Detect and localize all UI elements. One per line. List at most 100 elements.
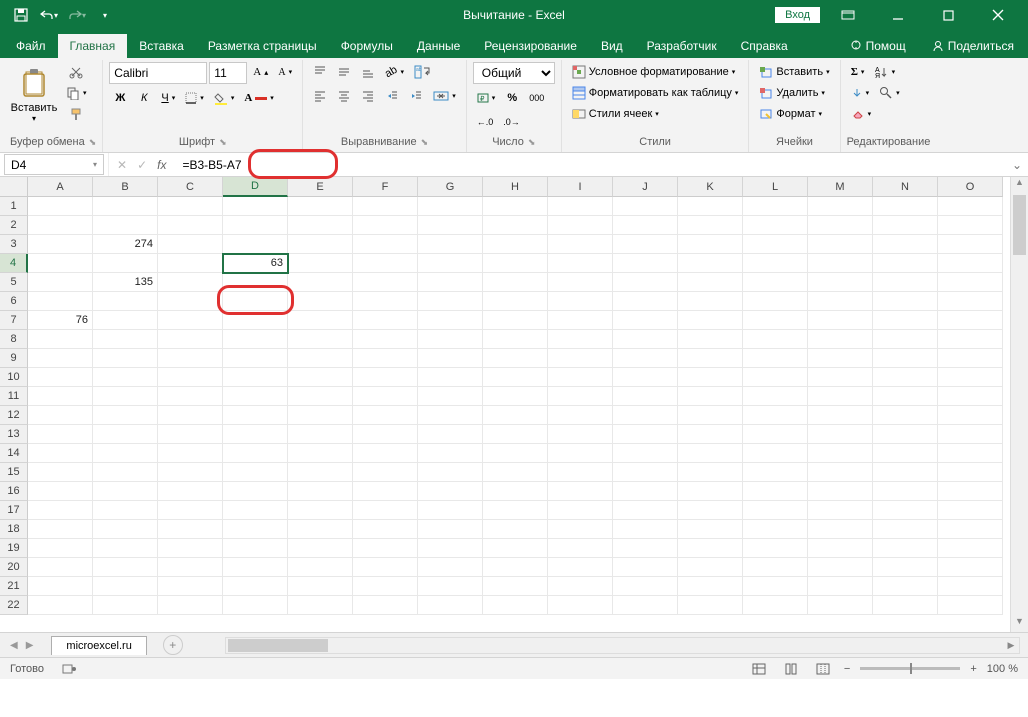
cell[interactable] bbox=[158, 444, 223, 463]
tab-вид[interactable]: Вид bbox=[589, 34, 635, 58]
cell[interactable] bbox=[353, 425, 418, 444]
cell[interactable] bbox=[873, 292, 938, 311]
tab-данные[interactable]: Данные bbox=[405, 34, 472, 58]
cell[interactable] bbox=[938, 444, 1003, 463]
cell[interactable] bbox=[93, 387, 158, 406]
cell[interactable] bbox=[93, 558, 158, 577]
cell[interactable] bbox=[223, 197, 288, 216]
cell[interactable] bbox=[288, 444, 353, 463]
cell[interactable] bbox=[678, 292, 743, 311]
row-header[interactable]: 15 bbox=[0, 463, 28, 482]
cell[interactable] bbox=[223, 330, 288, 349]
tab-рецензирование[interactable]: Рецензирование bbox=[472, 34, 589, 58]
select-all-corner[interactable] bbox=[0, 177, 28, 197]
cell[interactable] bbox=[353, 520, 418, 539]
tab-разметка страницы[interactable]: Разметка страницы bbox=[196, 34, 329, 58]
cell[interactable] bbox=[353, 235, 418, 254]
align-center-icon[interactable] bbox=[333, 86, 355, 106]
cell[interactable] bbox=[743, 273, 808, 292]
cell[interactable] bbox=[808, 197, 873, 216]
autosum-icon[interactable]: Σ▾ bbox=[847, 62, 869, 82]
cell[interactable] bbox=[678, 368, 743, 387]
cell[interactable] bbox=[743, 444, 808, 463]
row-header[interactable]: 16 bbox=[0, 482, 28, 501]
align-top-icon[interactable] bbox=[309, 62, 331, 82]
col-header[interactable]: H bbox=[483, 177, 548, 197]
col-header[interactable]: D bbox=[223, 177, 288, 197]
cell[interactable] bbox=[158, 254, 223, 273]
cell[interactable] bbox=[93, 197, 158, 216]
cell[interactable] bbox=[158, 577, 223, 596]
cell[interactable] bbox=[808, 254, 873, 273]
cell[interactable] bbox=[613, 254, 678, 273]
cell[interactable] bbox=[938, 501, 1003, 520]
format-painter-icon[interactable] bbox=[62, 104, 91, 124]
cell[interactable] bbox=[28, 463, 93, 482]
cell[interactable] bbox=[743, 387, 808, 406]
row-header[interactable]: 18 bbox=[0, 520, 28, 539]
cell[interactable] bbox=[613, 216, 678, 235]
cell[interactable] bbox=[678, 577, 743, 596]
cell[interactable] bbox=[353, 273, 418, 292]
cell[interactable] bbox=[93, 444, 158, 463]
cell[interactable] bbox=[158, 596, 223, 615]
row-header[interactable]: 22 bbox=[0, 596, 28, 615]
cell[interactable] bbox=[418, 539, 483, 558]
cell[interactable] bbox=[483, 425, 548, 444]
cell[interactable] bbox=[418, 254, 483, 273]
tab-разработчик[interactable]: Разработчик bbox=[635, 34, 729, 58]
scroll-down-icon[interactable]: ▼ bbox=[1011, 616, 1028, 632]
cell[interactable] bbox=[28, 425, 93, 444]
fx-icon[interactable]: fx bbox=[157, 158, 166, 172]
cell[interactable] bbox=[158, 311, 223, 330]
cell[interactable] bbox=[353, 406, 418, 425]
cell[interactable] bbox=[743, 368, 808, 387]
sort-filter-icon[interactable]: AЯ▾ bbox=[871, 62, 900, 82]
cell[interactable] bbox=[613, 558, 678, 577]
cell[interactable] bbox=[353, 558, 418, 577]
cell[interactable] bbox=[353, 330, 418, 349]
align-right-icon[interactable] bbox=[357, 86, 379, 106]
cell[interactable] bbox=[808, 463, 873, 482]
cell[interactable] bbox=[873, 387, 938, 406]
cell[interactable]: 63 bbox=[223, 254, 288, 273]
col-header[interactable]: A bbox=[28, 177, 93, 197]
cell[interactable] bbox=[158, 349, 223, 368]
cell[interactable] bbox=[873, 425, 938, 444]
cell[interactable] bbox=[808, 425, 873, 444]
border-icon[interactable]: ▾ bbox=[181, 88, 208, 108]
cell[interactable] bbox=[548, 444, 613, 463]
cell[interactable] bbox=[873, 235, 938, 254]
cell[interactable] bbox=[418, 273, 483, 292]
cell[interactable] bbox=[418, 577, 483, 596]
row-header[interactable]: 20 bbox=[0, 558, 28, 577]
cell[interactable] bbox=[158, 197, 223, 216]
cell[interactable] bbox=[678, 558, 743, 577]
cell[interactable] bbox=[288, 463, 353, 482]
cell[interactable] bbox=[223, 577, 288, 596]
cell[interactable] bbox=[158, 520, 223, 539]
fill-color-icon[interactable]: ▾ bbox=[210, 88, 239, 108]
cell[interactable] bbox=[288, 273, 353, 292]
merge-center-icon[interactable]: ▾ bbox=[429, 86, 460, 106]
col-header[interactable]: F bbox=[353, 177, 418, 197]
cell[interactable] bbox=[418, 463, 483, 482]
cell[interactable] bbox=[353, 311, 418, 330]
cell[interactable] bbox=[808, 444, 873, 463]
cell[interactable] bbox=[288, 254, 353, 273]
cell[interactable] bbox=[613, 463, 678, 482]
cell[interactable] bbox=[548, 577, 613, 596]
cell[interactable] bbox=[938, 216, 1003, 235]
cell[interactable] bbox=[93, 596, 158, 615]
cell-styles-button[interactable]: Стили ячеек▾ bbox=[568, 104, 663, 124]
formula-input[interactable] bbox=[174, 153, 1006, 176]
cell[interactable] bbox=[353, 482, 418, 501]
cell[interactable] bbox=[873, 539, 938, 558]
cell[interactable] bbox=[353, 292, 418, 311]
increase-font-icon[interactable]: A▴ bbox=[249, 62, 272, 82]
tab-главная[interactable]: Главная bbox=[58, 34, 128, 58]
cell[interactable] bbox=[548, 596, 613, 615]
font-size-combo[interactable] bbox=[209, 62, 247, 84]
find-select-icon[interactable]: ▾ bbox=[875, 83, 904, 103]
row-header[interactable]: 5 bbox=[0, 273, 28, 292]
